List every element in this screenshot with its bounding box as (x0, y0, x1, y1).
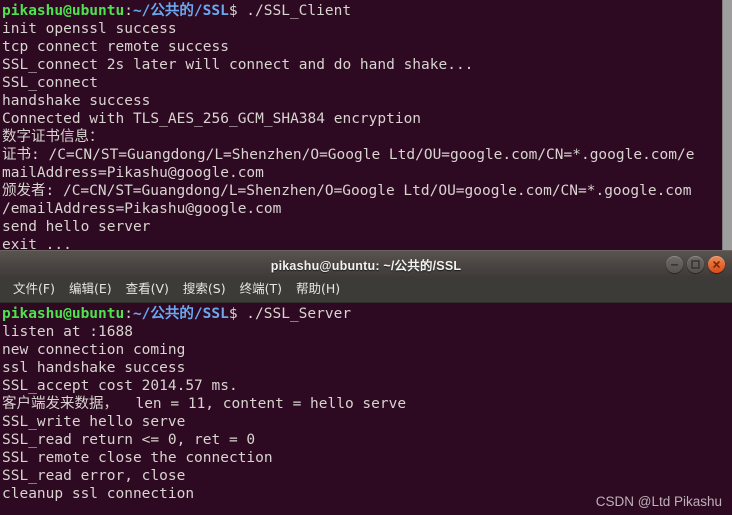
server-prompt-separator: : (124, 306, 133, 322)
server-terminal-window: pikashu@ubuntu: ~/公共的/SSL 文件(F) 编辑(E) 查看… (0, 250, 732, 515)
client-prompt-sigil: $ (228, 3, 238, 19)
client-output-line: exit ... (2, 237, 72, 250)
server-output-line: new connection coming (2, 342, 186, 358)
menu-help[interactable]: 帮助(H) (289, 281, 347, 298)
client-output-line: SSL_connect (2, 75, 99, 91)
server-prompt-sigil: $ (228, 306, 238, 322)
server-output-line: SSL_write hello serve (2, 414, 186, 430)
server-prompt-line: pikashu@ubuntu:~/公共的/SSL$ ./SSL_Server (2, 305, 732, 323)
client-vertical-scrollbar[interactable] (722, 0, 732, 250)
server-output-line: cleanup ssl connection (2, 486, 195, 502)
menu-search[interactable]: 搜索(S) (176, 281, 233, 298)
minimize-button[interactable] (666, 256, 683, 273)
maximize-icon (691, 260, 700, 269)
server-output-line: SSL_read return <= 0, ret = 0 (2, 432, 256, 448)
client-output-line: SSL_connect 2s later will connect and do… (2, 57, 474, 73)
server-output-line: SSL_accept cost 2014.57 ms. (2, 378, 238, 394)
server-prompt-userhost: pikashu@ubuntu (2, 306, 125, 322)
client-output-line: 证书: /C=CN/ST=Guangdong/L=Shenzhen/O=Goog… (2, 147, 695, 163)
client-output-line: 颁发者: /C=CN/ST=Guangdong/L=Shenzhen/O=Goo… (2, 183, 692, 199)
client-output-line: Connected with TLS_AES_256_GCM_SHA384 en… (2, 111, 422, 127)
menu-view[interactable]: 查看(V) (119, 281, 176, 298)
server-output-line: 客户端发来数据， len = 11, content = hello serve (2, 396, 407, 412)
window-controls (666, 251, 725, 278)
minimize-icon (671, 264, 678, 266)
client-output-line: handshake success (2, 93, 151, 109)
close-icon (713, 261, 720, 268)
client-output-line: tcp connect remote success (2, 39, 229, 55)
client-prompt-path: ~/公共的/SSL (132, 3, 229, 19)
server-output-line: SSL_read error, close (2, 468, 186, 484)
client-prompt-userhost: pikashu@ubuntu (2, 3, 125, 19)
client-terminal-screen[interactable]: pikashu@ubuntu:~/公共的/SSL$ ./SSL_Client i… (0, 0, 722, 250)
client-output-line: /emailAddress=Pikashu@google.com (2, 201, 282, 217)
client-prompt-separator: : (124, 3, 133, 19)
server-terminal-screen[interactable]: pikashu@ubuntu:~/公共的/SSL$ ./SSL_Server l… (0, 303, 732, 515)
menu-file[interactable]: 文件(F) (6, 281, 62, 298)
client-output-line: mailAddress=Pikashu@google.com (2, 165, 264, 181)
screenshot-root: pikashu@ubuntu:~/公共的/SSL$ ./SSL_Client i… (0, 0, 732, 515)
server-command: ./SSL_Server (237, 306, 352, 322)
server-output-line: listen at :1688 (2, 324, 133, 340)
server-output-line: SSL remote close the connection (2, 450, 273, 466)
client-output-line: send hello server (2, 219, 151, 235)
client-output-line: init openssl success (2, 21, 177, 37)
maximize-button[interactable] (687, 256, 704, 273)
client-output-line: 数字证书信息： (2, 129, 104, 145)
server-window-titlebar[interactable]: pikashu@ubuntu: ~/公共的/SSL (0, 250, 732, 277)
server-window-menubar: 文件(F) 编辑(E) 查看(V) 搜索(S) 终端(T) 帮助(H) (0, 277, 732, 303)
menu-edit[interactable]: 编辑(E) (62, 281, 119, 298)
client-terminal-window: pikashu@ubuntu:~/公共的/SSL$ ./SSL_Client i… (0, 0, 732, 250)
client-command: ./SSL_Client (237, 3, 352, 19)
server-prompt-path: ~/公共的/SSL (132, 306, 229, 322)
client-prompt-line: pikashu@ubuntu:~/公共的/SSL$ ./SSL_Client (2, 2, 722, 20)
close-button[interactable] (708, 256, 725, 273)
server-window-title: pikashu@ubuntu: ~/公共的/SSL (270, 258, 462, 273)
server-output-line: ssl handshake success (2, 360, 186, 376)
menu-terminal[interactable]: 终端(T) (233, 281, 289, 298)
